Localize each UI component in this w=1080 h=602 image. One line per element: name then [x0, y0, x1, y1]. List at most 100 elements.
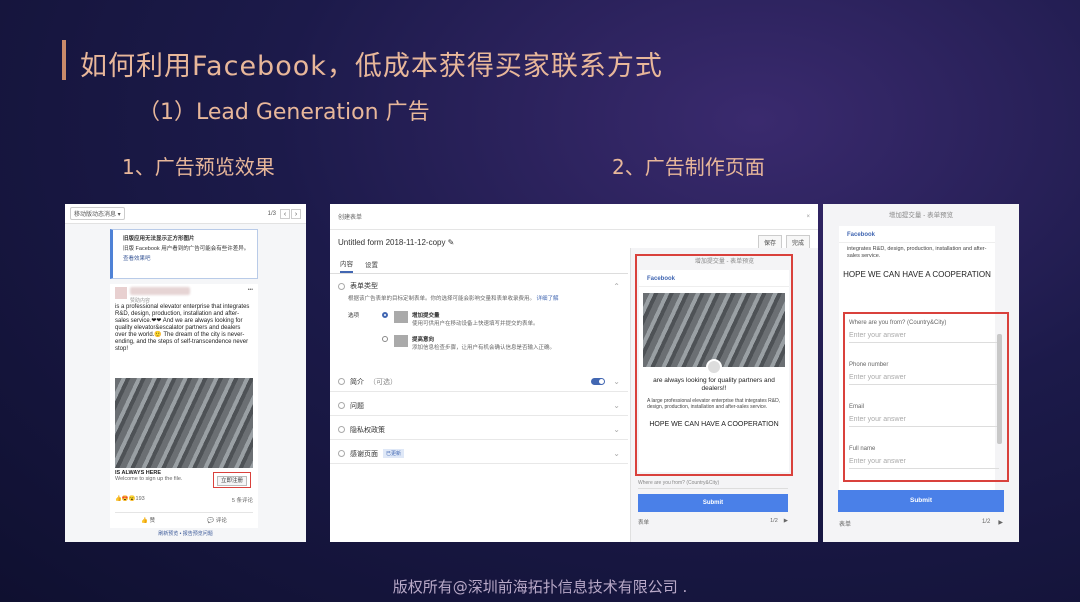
intro-toggle[interactable] — [591, 378, 606, 385]
dialog-header: 创建表单 × — [330, 204, 818, 230]
optional-label: （可选） — [369, 378, 397, 386]
option-desc: 使用可供用户在移动设备上快速填写并提交的表单。 — [412, 321, 539, 327]
title-accent-bar — [62, 40, 66, 80]
preview-title: 增加提交量 - 表单预览 — [888, 212, 954, 219]
updated-badge: 已更新 — [383, 449, 405, 458]
field-location[interactable]: Where are you from? (Country&City) Enter… — [849, 320, 999, 343]
facebook-tab: Facebook — [639, 270, 789, 287]
form-type-icon — [394, 311, 408, 323]
chevron-down-icon[interactable]: ⌄ — [613, 401, 620, 410]
slide-title: 如何利用Facebook，低成本获得买家联系方式 — [80, 51, 663, 82]
section-thanks[interactable]: 感谢页面 已更新 ⌄ — [330, 444, 628, 464]
preview-headline: are always looking for quality partners … — [653, 377, 775, 392]
option-title: 提高意向 — [412, 337, 435, 343]
chevron-up-icon[interactable]: ⌃ — [613, 282, 620, 291]
next-arrow-icon[interactable]: › — [291, 208, 301, 219]
form-type-body: 根据该广告表单的目标定制表单。你的选择可能会影响交量和表单收录费用。 详细了解 … — [348, 296, 620, 351]
field-email[interactable]: Email Enter your answer — [849, 404, 999, 427]
notice-title: 旧版应用无法显示正方形图片 — [123, 236, 195, 242]
location-input[interactable]: Enter your answer — [849, 332, 999, 343]
status-circle-icon — [338, 450, 345, 457]
radio-unselected[interactable] — [382, 336, 388, 342]
form-description: integrates R&D, design, production, inst… — [847, 246, 987, 259]
phone-input[interactable]: Enter your answer — [849, 374, 999, 385]
full-name-input[interactable]: Enter your answer — [849, 458, 999, 469]
chevron-down-icon[interactable]: ⌄ — [613, 425, 620, 434]
learn-more-link[interactable]: 详细了解 — [537, 296, 559, 302]
preview-card: Facebook are always looking for quality … — [639, 270, 789, 472]
status-circle-icon — [338, 402, 345, 409]
section-label: 隐私权政策 — [350, 426, 385, 434]
radio-selected[interactable] — [382, 312, 388, 318]
section-intro[interactable]: 简介 （可选） ⌄ — [330, 372, 628, 392]
post-text: is a professional elevator enterprise th… — [115, 304, 250, 352]
avatar — [115, 287, 127, 299]
email-input[interactable]: Enter your answer — [849, 416, 999, 427]
tab-content[interactable]: 内容 — [340, 258, 353, 273]
ad-preview-panel: 移动版动态消息 ▾ 1/3 ‹ › 旧版应用无法显示正方形图片 旧版 Faceb… — [65, 204, 306, 542]
page-logo — [706, 359, 722, 375]
copyright-footer: 版权所有@深圳前海拓扑信息技术有限公司 . — [392, 578, 688, 596]
preview-page-count: 1/3 — [267, 210, 276, 217]
chevron-down-icon[interactable]: ⌄ — [613, 377, 620, 386]
scrollbar[interactable] — [997, 334, 1002, 444]
editor-tabs: 内容 设置 — [330, 254, 628, 274]
facebook-tab: Facebook — [839, 226, 995, 243]
form-type-icon — [394, 335, 408, 347]
escalator-image — [643, 293, 785, 367]
post-actions: 👍 赞 💬 评论 — [115, 512, 253, 524]
section-label-editor: 2、广告制作页面 — [612, 155, 765, 179]
next-page-icon[interactable]: ▶ — [784, 518, 788, 526]
author-name-blurred — [130, 287, 190, 295]
status-circle-icon — [338, 282, 345, 290]
option-higher-intent[interactable]: 提高意向 添加信息检查步骤，让用户有机会确认信息是否输入正确。 — [348, 335, 620, 351]
sign-up-button[interactable]: 立即注册 — [216, 476, 247, 486]
square-image-notice: 旧版应用无法显示正方形图片 旧版 Facebook 用户看到的广告可能会有些许差… — [110, 229, 258, 279]
cta-highlight-box: 立即注册 — [212, 472, 251, 488]
form-name[interactable]: Untitled form 2018-11-12-copy ✎ — [338, 238, 454, 247]
preview-description: A large professional elevator enterprise… — [647, 398, 781, 410]
tab-settings[interactable]: 设置 — [365, 259, 378, 273]
preview-footer: 表单 1/2 ▶ — [638, 518, 788, 526]
reaction-bar: 👍😍😮 193 5 条评论 — [115, 496, 253, 504]
section-label: 问题 — [350, 402, 364, 410]
section-questions[interactable]: 问题 ⌄ — [330, 396, 628, 416]
page-indicator: 1/2 — [982, 519, 991, 525]
section-label: 简介 — [350, 378, 364, 386]
like-button[interactable]: 👍 赞 — [141, 516, 155, 524]
cta-row: IS ALWAYS HERE Welcome to sign up the fi… — [115, 470, 253, 492]
form-cooperation: HOPE WE CAN HAVE A COOPERATION — [843, 270, 991, 279]
section-privacy[interactable]: 隐私权政策 ⌄ — [330, 420, 628, 440]
form-editor-panel: 创建表单 × Untitled form 2018-11-12-copy ✎ 保… — [330, 204, 818, 542]
prev-arrow-icon[interactable]: ‹ — [280, 208, 290, 219]
submit-button[interactable]: Submit — [838, 490, 1004, 512]
form-footer: 表单 1/2 ▶ — [839, 519, 1003, 528]
status-circle-icon — [338, 426, 345, 433]
options-label: 选项 — [348, 313, 360, 319]
option-more-volume[interactable]: 选项 增加提交量 使用可供用户在移动设备上快速填写并提交的表单。 — [348, 311, 620, 327]
submit-button[interactable]: Submit — [638, 494, 788, 512]
form-type-description: 根据该广告表单的目标定制表单。你的选择可能会影响交量和表单收录费用。 详细了解 — [348, 296, 559, 302]
field-full-name[interactable]: Full name Enter your answer — [849, 446, 999, 469]
next-page-icon[interactable]: ▶ — [998, 519, 1003, 528]
notice-link[interactable]: 查看效果吧 — [123, 254, 252, 262]
preview-question: Where are you from? (Country&City) — [638, 480, 788, 489]
escalator-image — [115, 378, 253, 468]
close-icon[interactable]: × — [806, 214, 810, 220]
chevron-down-icon[interactable]: ⌄ — [613, 449, 620, 458]
more-icon[interactable]: ••• — [248, 287, 253, 299]
slide-subtitle: （1）Lead Generation 广告 — [138, 100, 430, 125]
field-phone[interactable]: Phone number Enter your answer — [849, 362, 999, 385]
notice-body: 旧版 Facebook 用户看到的广告可能会有些许差异。 — [123, 246, 250, 252]
preview-footer-links[interactable]: 刷新预览 • 报告预览问题 — [65, 530, 306, 537]
status-circle-icon — [338, 378, 345, 385]
placement-dropdown[interactable]: 移动版动态消息 ▾ — [70, 207, 125, 220]
preview-cooperation: HOPE WE CAN HAVE A COOPERATION — [649, 421, 779, 428]
page-indicator: 1/2 — [770, 518, 778, 524]
preview-toolbar: 移动版动态消息 ▾ 1/3 ‹ › — [65, 204, 306, 224]
form-fields-preview-panel: 增加提交量 - 表单预览 Facebook integrates R&D, de… — [823, 204, 1019, 542]
section-form-type[interactable]: 表单类型 ⌃ — [330, 276, 628, 296]
comment-button[interactable]: 💬 评论 — [207, 516, 226, 524]
form-label: 表单 — [839, 522, 852, 528]
option-desc: 添加信息检查步骤，让用户有机会确认信息是否输入正确。 — [412, 345, 556, 351]
